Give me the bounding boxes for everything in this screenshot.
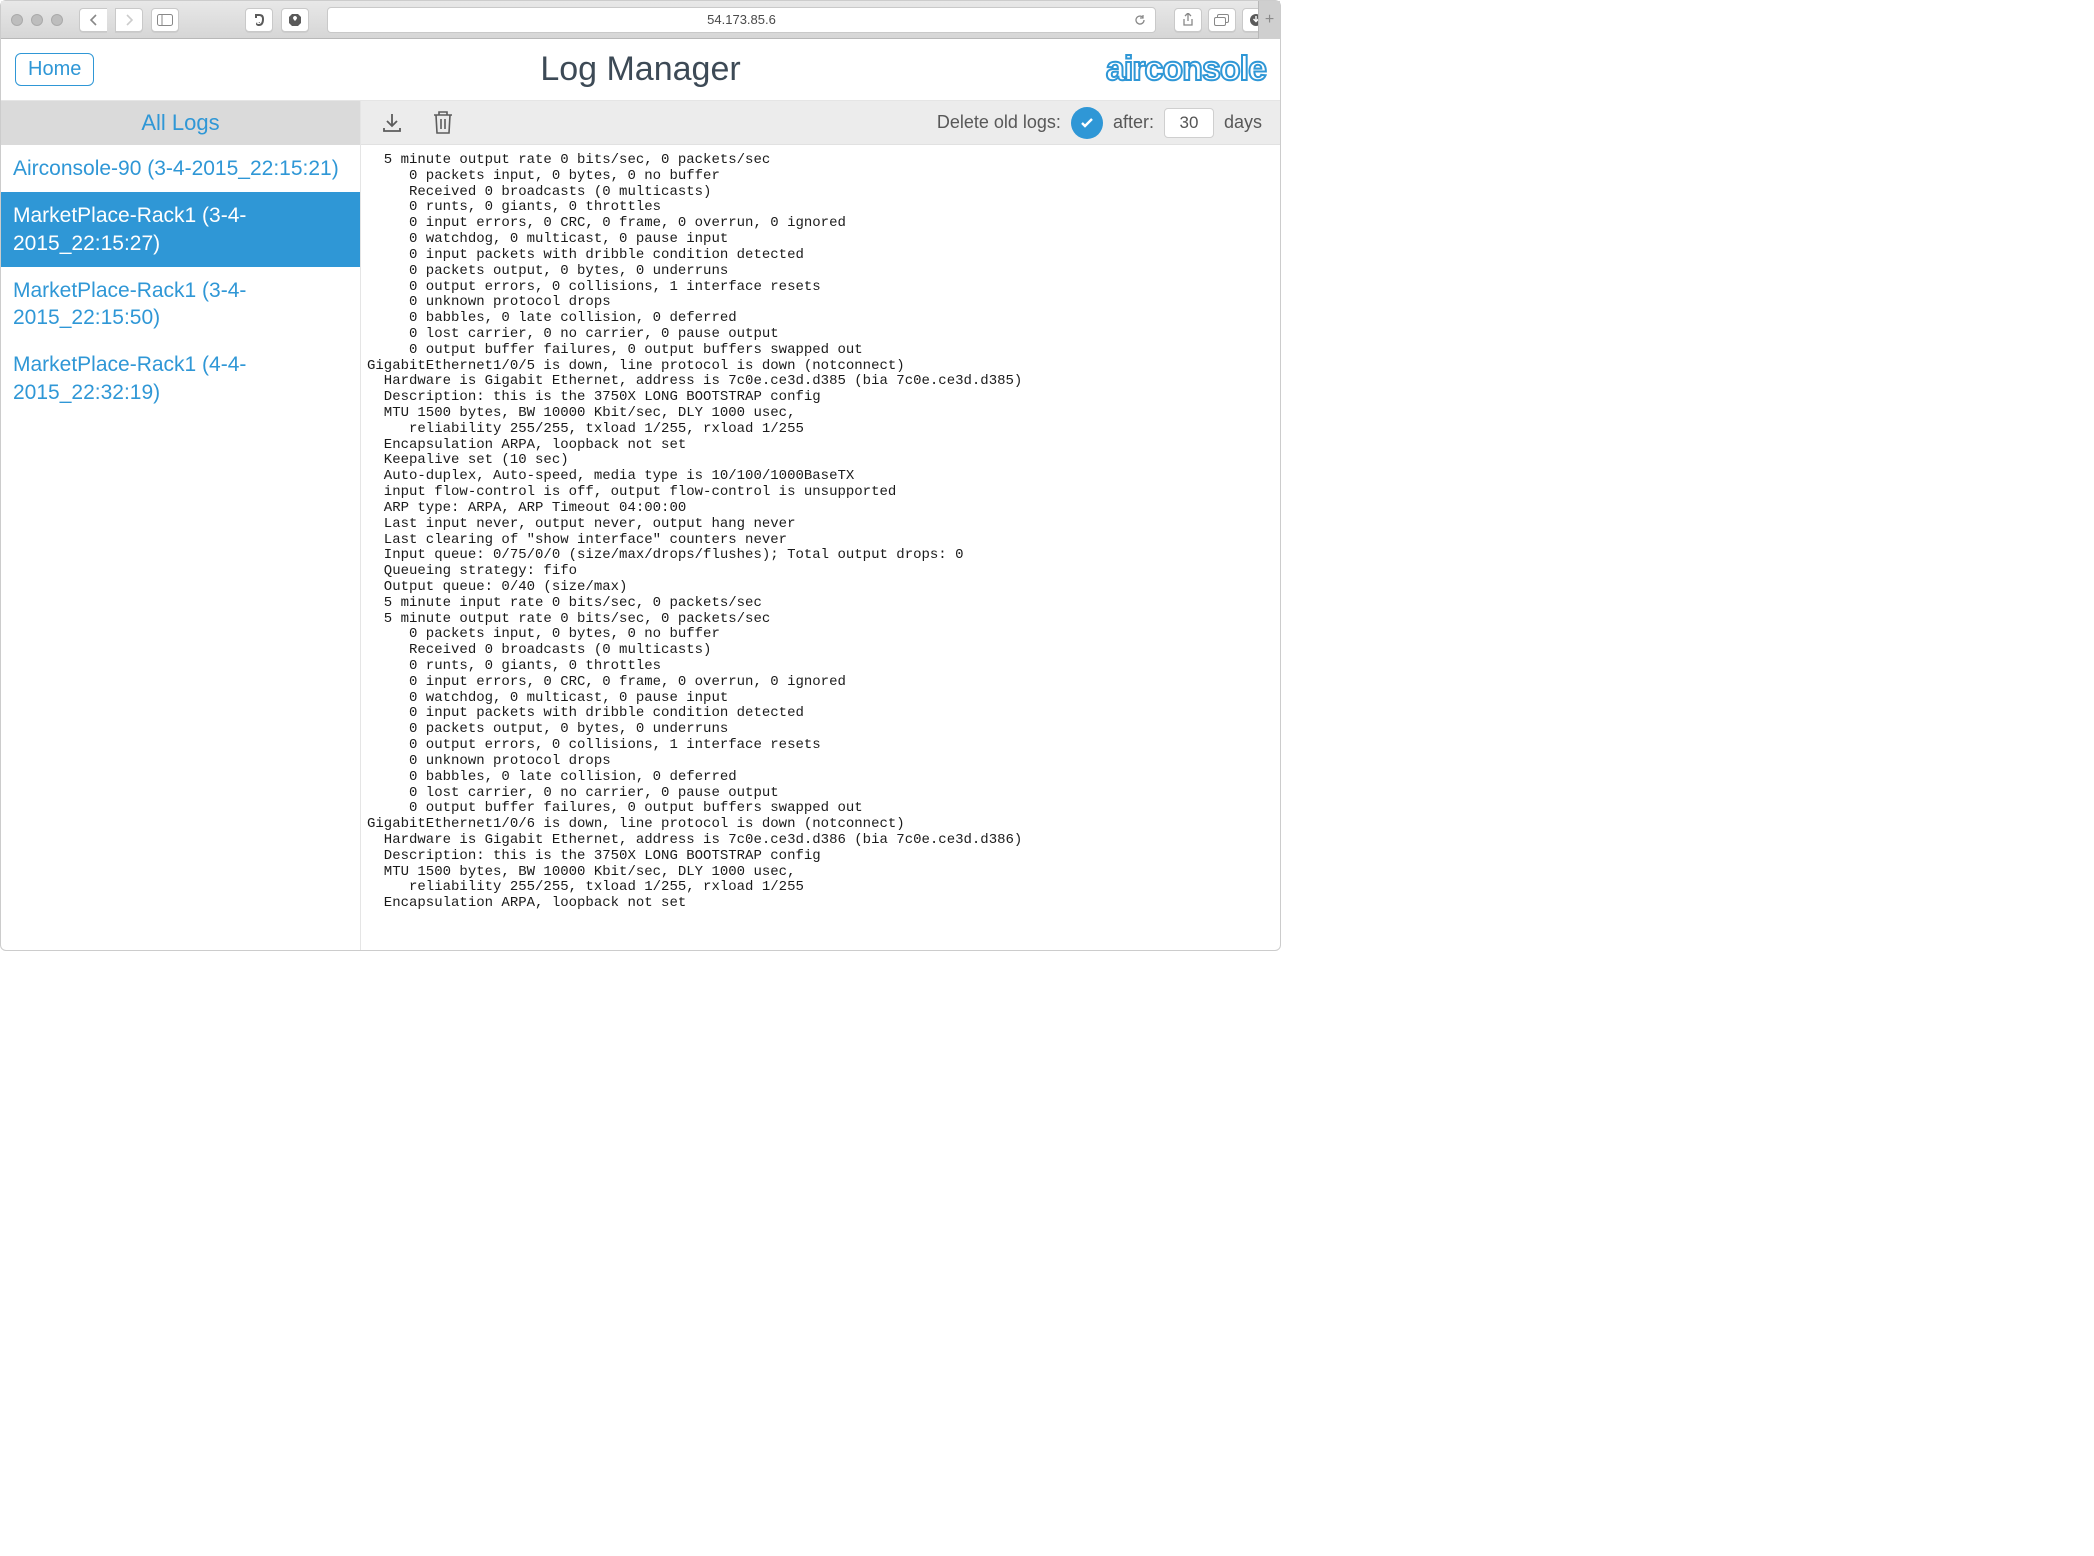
log-output[interactable]: 5 minute output rate 0 bits/sec, 0 packe… xyxy=(361,145,1280,950)
tabs-button[interactable] xyxy=(1208,8,1236,32)
zoom-window-icon[interactable] xyxy=(51,14,63,26)
minimize-window-icon[interactable] xyxy=(31,14,43,26)
reload-icon[interactable] xyxy=(1133,13,1147,27)
share-button[interactable] xyxy=(1174,8,1202,32)
new-tab-button[interactable]: + xyxy=(1258,1,1280,39)
evernote-extension-button[interactable] xyxy=(245,8,273,32)
delete-log-button[interactable] xyxy=(431,109,455,137)
home-button[interactable]: Home xyxy=(15,53,94,86)
url-text: 54.173.85.6 xyxy=(707,12,776,27)
sidebar: All Logs Airconsole-90 (3-4-2015_22:15:2… xyxy=(1,101,361,950)
browser-toolbar: 54.173.85.6 + xyxy=(1,1,1280,39)
address-bar[interactable]: 54.173.85.6 xyxy=(327,7,1156,33)
log-list-item[interactable]: Airconsole-90 (3-4-2015_22:15:21) xyxy=(1,145,360,192)
log-list: Airconsole-90 (3-4-2015_22:15:21)MarketP… xyxy=(1,145,360,416)
adblock-extension-button[interactable] xyxy=(281,8,309,32)
days-input[interactable] xyxy=(1164,108,1214,138)
page-title: Log Manager xyxy=(1,50,1280,89)
close-window-icon[interactable] xyxy=(11,14,23,26)
app-header: Home Log Manager airconsole xyxy=(1,39,1280,101)
log-list-item[interactable]: MarketPlace-Rack1 (4-4-2015_22:32:19) xyxy=(1,341,360,416)
log-list-item[interactable]: MarketPlace-Rack1 (3-4-2015_22:15:50) xyxy=(1,267,360,342)
after-label: after: xyxy=(1113,112,1154,133)
forward-button[interactable] xyxy=(115,8,143,32)
delete-old-logs-label: Delete old logs: xyxy=(937,112,1061,133)
log-list-item[interactable]: MarketPlace-Rack1 (3-4-2015_22:15:27) xyxy=(1,192,360,267)
days-unit-label: days xyxy=(1224,112,1262,133)
download-log-button[interactable] xyxy=(379,110,405,136)
sidebar-toggle-button[interactable] xyxy=(151,8,179,32)
back-button[interactable] xyxy=(79,8,107,32)
auto-delete-toggle[interactable] xyxy=(1071,107,1103,139)
window-controls xyxy=(11,14,63,26)
sidebar-title: All Logs xyxy=(1,101,360,145)
main-panel: Delete old logs: after: days 5 minute ou… xyxy=(361,101,1280,950)
log-toolbar: Delete old logs: after: days xyxy=(361,101,1280,145)
brand-logo: airconsole xyxy=(1106,50,1266,89)
